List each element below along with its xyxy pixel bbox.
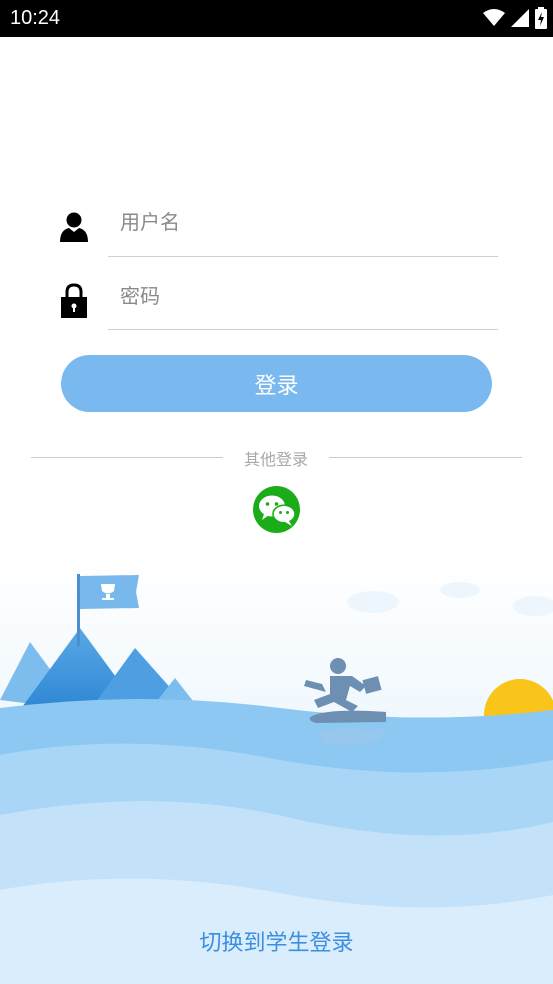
decorative-scene: [0, 560, 553, 984]
username-input[interactable]: [108, 202, 498, 242]
status-bar: 10:24: [0, 0, 553, 37]
password-underline: [108, 329, 498, 330]
switch-to-student-login-link[interactable]: 切换到学生登录: [0, 925, 553, 957]
username-underline: [108, 256, 498, 257]
wechat-icon: [258, 495, 296, 526]
signal-icon: [511, 9, 529, 27]
user-icon: [60, 212, 88, 242]
battery-icon: [535, 7, 547, 29]
status-icons: [483, 6, 547, 30]
wechat-login-button[interactable]: [253, 486, 300, 533]
login-button[interactable]: 登录: [61, 355, 492, 412]
wifi-icon: [483, 9, 505, 26]
other-login-label: 其他登录: [243, 450, 308, 469]
divider-right: [329, 457, 522, 458]
password-input[interactable]: [108, 276, 498, 316]
lock-icon: [61, 283, 87, 318]
divider-left: [31, 457, 223, 458]
status-time: 10:24: [10, 7, 61, 29]
